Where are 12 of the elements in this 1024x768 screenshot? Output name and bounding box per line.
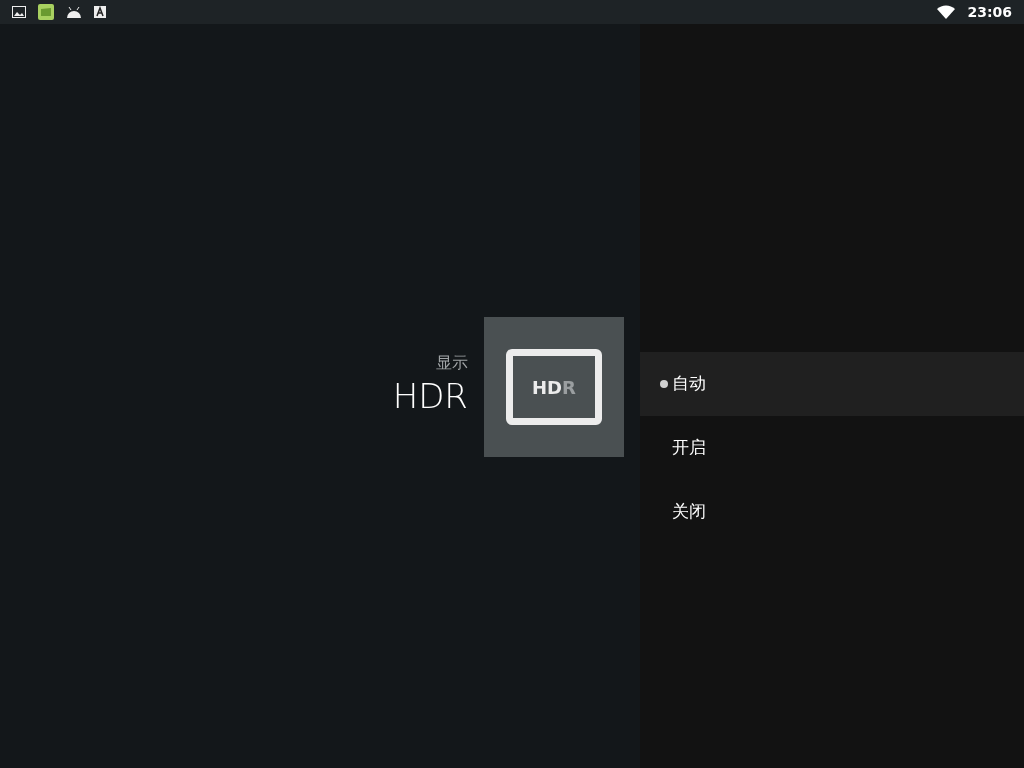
option-item[interactable]: 开启 [640, 416, 1024, 480]
clock-time: 23:06 [967, 3, 1012, 22]
wifi-icon [937, 5, 956, 19]
category-label: 显示 [436, 351, 468, 374]
option-item[interactable]: 关闭 [640, 480, 1024, 544]
page-title: HDR [392, 374, 468, 418]
app-icon [38, 4, 54, 20]
image-icon [12, 6, 26, 18]
letter-icon [94, 6, 106, 18]
android-icon [66, 5, 82, 19]
option-item[interactable]: 自动 [640, 352, 1024, 416]
hdr-badge-icon: HDR [506, 349, 602, 425]
